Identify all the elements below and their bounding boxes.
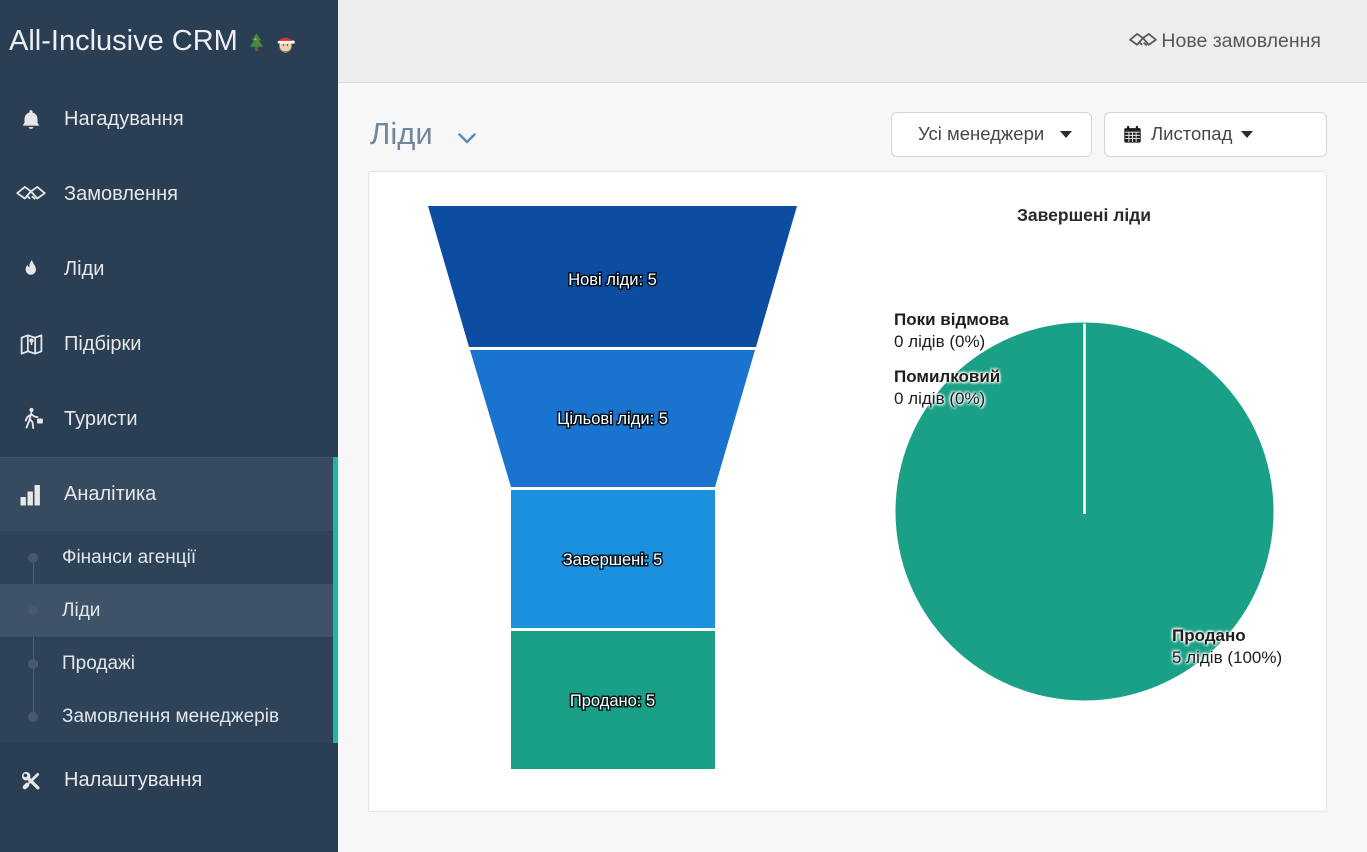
santa-icon [275,33,296,54]
funnel-label: Завершені: 5 [563,551,663,569]
sidebar-item-label: Нагадування [64,108,184,131]
caret-down-icon [1060,131,1072,138]
new-order-label: Нове замовлення [1161,30,1321,53]
app-window: All-Inclusive CRM [0,0,1367,852]
sidebar-submenu: Фінанси агенції Ліди Продажі Замовлення … [0,531,333,743]
fire-icon [14,257,48,283]
sidebar-item-selections[interactable]: Підбірки [0,307,338,382]
pie-label-erroneous: Помилковий 0 лідів (0%) [894,366,1000,409]
sidebar-subitem-manager-orders[interactable]: Замовлення менеджерів [0,690,333,743]
map-icon [14,332,48,357]
pie-label-value: 0 лідів (0%) [894,388,1000,410]
funnel-label: Цільові ліди: 5 [557,410,668,428]
sidebar: All-Inclusive CRM [0,0,338,852]
pie-label-name: Помилковий [894,366,1000,388]
charts-card: Нові ліди: 5 Цільові ліди: 5 Завершені: … [368,171,1327,812]
sidebar-item-label: Налаштування [64,769,202,792]
sidebar-item-leads[interactable]: Ліди [0,232,338,307]
handshake-icon [1128,31,1158,51]
funnel-chart: Нові ліди: 5 Цільові ліди: 5 Завершені: … [428,206,798,770]
month-dropdown[interactable]: Листопад [1104,112,1327,157]
submenu-item-label: Фінанси агенції [62,547,196,569]
funnel-label: Нові ліди: 5 [568,271,657,289]
funnel-label: Продано: 5 [570,692,655,710]
title-wrap: Ліди [368,116,477,152]
sidebar-item-label: Підбірки [64,333,141,356]
sidebar-item-label: Аналітика [64,483,156,506]
page-head: Ліди Усі менеджери [368,111,1327,157]
sidebar-item-analytics[interactable]: Аналітика [0,457,333,531]
month-dropdown-label: Листопад [1151,123,1232,145]
christmas-tree-icon [247,32,266,54]
sidebar-item-label: Туристи [64,408,138,431]
filters: Усі менеджери [891,112,1327,157]
main-area: Нове замовлення Ліди Усі менеджери [338,0,1367,852]
sidebar-subitem-sales[interactable]: Продажі [0,637,333,690]
pie-label-value: 0 лідів (0%) [894,331,1009,353]
pie-label-refused: Поки відмова 0 лідів (0%) [894,309,1009,352]
sidebar-item-label: Замовлення [64,183,178,206]
caret-down-icon [1241,131,1253,138]
bell-icon [14,108,48,132]
sidebar-item-orders[interactable]: Замовлення [0,157,338,232]
sidebar-active-section: Аналітика Фінанси агенції Ліди Продажі З… [0,457,338,743]
page-title: Ліди [370,116,433,152]
sidebar-item-label: Ліди [64,258,104,281]
sidebar-item-tourists[interactable]: Туристи [0,382,338,457]
sidebar-menu: Нагадування Замовлення [0,82,338,818]
pie-label-value: 5 лідів (100%) [1172,647,1282,669]
new-order-button[interactable]: Нове замовлення [1128,30,1321,53]
tourist-icon [14,406,48,433]
pie-label-sold: Продано 5 лідів (100%) [1172,625,1282,668]
bar-chart-icon [14,483,48,507]
brand-row: All-Inclusive CRM [0,0,338,82]
submenu-item-label: Ліди [62,600,100,622]
pie-label-name: Продано [1172,625,1282,647]
chevron-down-icon[interactable] [457,132,477,145]
top-header: Нове замовлення [338,0,1367,83]
handshake-icon [14,184,48,205]
calendar-icon [1123,125,1142,144]
managers-dropdown-label: Усі менеджери [918,123,1044,145]
tools-icon [14,768,48,794]
pie-label-name: Поки відмова [894,309,1009,331]
submenu-item-label: Продажі [62,653,135,675]
pie-chart-title: Завершені ліди [1017,205,1151,226]
sidebar-item-settings[interactable]: Налаштування [0,743,338,818]
managers-dropdown[interactable]: Усі менеджери [891,112,1092,157]
sidebar-subitem-leads[interactable]: Ліди [0,584,333,637]
page-content: Ліди Усі менеджери [338,83,1367,852]
app-title: All-Inclusive CRM [9,25,238,58]
sidebar-item-reminders[interactable]: Нагадування [0,82,338,157]
submenu-item-label: Замовлення менеджерів [62,706,279,728]
sidebar-subitem-agency-finances[interactable]: Фінанси агенції [0,531,333,584]
